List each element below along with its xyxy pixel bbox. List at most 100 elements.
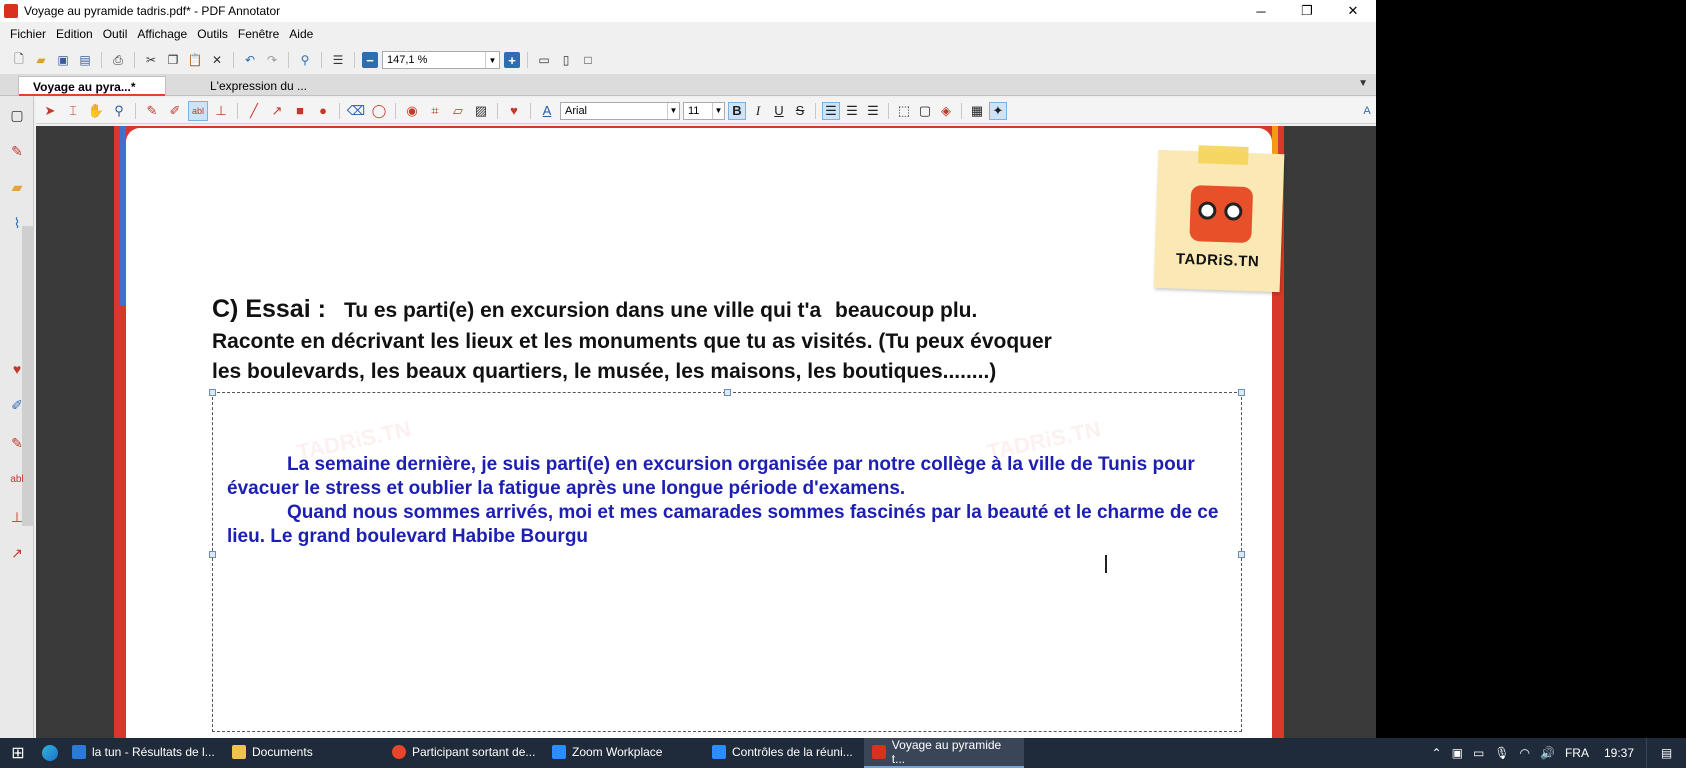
resize-handle[interactable] xyxy=(1238,389,1245,396)
taskbar-item-search-results[interactable]: la tun - Résultats de l... xyxy=(64,738,224,768)
fill-color-icon[interactable]: ◈ xyxy=(937,102,955,120)
zoom-tool-icon[interactable]: ⚲ xyxy=(109,101,129,121)
select-text-icon[interactable]: ⌶ xyxy=(63,101,83,121)
save-as-icon[interactable]: ▤ xyxy=(76,51,94,69)
taskbar-item-documents[interactable]: Documents xyxy=(224,738,384,768)
pdf-page[interactable]: TADRiS.TN TADRiS.TN TADRiS.TN C) Essai :… xyxy=(126,128,1285,738)
text-box-tool-icon[interactable]: abl xyxy=(188,100,208,121)
align-right-icon[interactable]: ☰ xyxy=(864,102,882,120)
print-icon[interactable]: ⎙ xyxy=(109,51,127,69)
find-icon[interactable]: ⚲ xyxy=(296,51,314,69)
lasso-tool-icon[interactable]: ◯ xyxy=(369,101,389,121)
redo-icon[interactable]: ↷ xyxy=(263,51,281,69)
align-center-icon[interactable]: ☰ xyxy=(843,102,861,120)
battery-icon[interactable]: ▭ xyxy=(1473,746,1484,760)
align-left-icon[interactable]: ☰ xyxy=(822,101,840,120)
document-viewer[interactable]: TADRiS.TN TADRiS.TN TADRiS.TN C) Essai :… xyxy=(36,126,1376,738)
italic-button[interactable]: I xyxy=(749,102,767,120)
language-indicator[interactable]: FRA xyxy=(1565,746,1589,760)
microphone-icon[interactable]: 🎙 xyxy=(1494,746,1509,760)
menu-aide[interactable]: Aide xyxy=(289,27,313,41)
pen-tool-icon[interactable]: ✎ xyxy=(142,101,162,121)
tab-voyage[interactable]: Voyage au pyra...* xyxy=(18,76,166,96)
minimize-button[interactable]: ─ xyxy=(1238,0,1284,22)
notification-icon[interactable]: ▤ xyxy=(1646,738,1686,768)
clock[interactable]: 19:37 xyxy=(1604,746,1634,760)
menu-fenetre[interactable]: Fenêtre xyxy=(238,27,279,41)
open-folder-icon[interactable]: ▰ xyxy=(32,51,50,69)
resize-handle[interactable] xyxy=(1238,551,1245,558)
rectangle-tool-icon[interactable]: ■ xyxy=(290,101,310,121)
save-icon[interactable]: ▣ xyxy=(54,51,72,69)
page-layout-icon[interactable]: ☰ xyxy=(329,51,347,69)
text-box-icon[interactable]: abl xyxy=(6,468,28,490)
auto-select-icon[interactable]: ✦ xyxy=(989,101,1007,120)
taskbar-item-zoom-controls[interactable]: Contrôles de la réuni... xyxy=(704,738,864,768)
new-file-icon[interactable]: 🗋 xyxy=(10,51,28,69)
border-style-icon[interactable]: ⬚ xyxy=(895,102,913,120)
zoom-out-button[interactable]: − xyxy=(362,52,378,68)
highlighter-tool-icon[interactable]: ✐ xyxy=(165,101,185,121)
resize-handle[interactable] xyxy=(209,389,216,396)
volume-icon[interactable]: 🔊 xyxy=(1540,746,1555,760)
taskbar-item-pdf-annotator[interactable]: Voyage au pyramide t... xyxy=(864,738,1024,768)
menu-edition[interactable]: Edition xyxy=(56,27,93,41)
hand-tool-icon[interactable]: ✋ xyxy=(86,101,106,121)
cut-icon[interactable]: ✂ xyxy=(142,51,160,69)
paste-icon[interactable]: 📋 xyxy=(186,51,204,69)
chevron-down-icon[interactable]: ▼ xyxy=(485,52,499,68)
fullscreen-icon[interactable]: □ xyxy=(579,51,597,69)
taskbar-item-zoom-workplace[interactable]: Zoom Workplace xyxy=(544,738,704,768)
text-mode-icon[interactable]: A xyxy=(1358,102,1376,120)
highlighter-icon[interactable]: ✎ xyxy=(6,432,28,454)
select-arrow-icon[interactable]: ➤ xyxy=(40,101,60,121)
menu-affichage[interactable]: Affichage xyxy=(137,27,187,41)
resize-handle[interactable] xyxy=(724,389,731,396)
copy-icon[interactable]: ❐ xyxy=(164,51,182,69)
start-button[interactable]: ⊞ xyxy=(0,738,36,768)
bold-button[interactable]: B xyxy=(728,101,746,120)
edge-browser-icon[interactable] xyxy=(36,738,64,768)
border-width-icon[interactable]: ▢ xyxy=(916,102,934,120)
fit-page-icon[interactable]: ▯ xyxy=(557,51,575,69)
fit-width-icon[interactable]: ▭ xyxy=(535,51,553,69)
ellipse-tool-icon[interactable]: ● xyxy=(313,101,333,121)
bookmark-icon[interactable]: ▰ xyxy=(6,176,28,198)
resize-handle[interactable] xyxy=(209,551,216,558)
favorites-heart-icon[interactable]: ♥ xyxy=(504,101,524,121)
menu-outil[interactable]: Outil xyxy=(103,27,128,41)
crop-tool-icon[interactable]: ⌗ xyxy=(425,101,445,121)
tab-list-icon[interactable]: ▼ xyxy=(1358,78,1368,89)
strikethrough-button[interactable]: S xyxy=(791,102,809,120)
font-color-icon[interactable]: A xyxy=(537,101,557,121)
stamp-tool-icon[interactable]: ⊥ xyxy=(211,101,231,121)
arrow-icon[interactable]: ↗ xyxy=(6,542,28,564)
properties-icon[interactable]: ▦ xyxy=(968,102,986,120)
chevron-down-icon[interactable]: ▼ xyxy=(667,102,679,119)
font-size-select[interactable]: 11 ▼ xyxy=(683,101,725,120)
taskbar-item-chrome[interactable]: Participant sortant de... xyxy=(384,738,544,768)
text-box-annotation[interactable]: La semaine dernière, je suis parti(e) en… xyxy=(209,389,1245,732)
underline-button[interactable]: U xyxy=(770,102,788,120)
favorite-icon[interactable]: ♥ xyxy=(6,358,28,380)
ruler-tool-icon[interactable]: ▱ xyxy=(448,101,468,121)
chevron-down-icon[interactable]: ▼ xyxy=(712,102,724,119)
meet-now-icon[interactable]: ▣ xyxy=(1452,746,1463,760)
font-name-select[interactable]: Arial ▼ xyxy=(560,101,680,120)
zoom-in-button[interactable]: + xyxy=(504,52,520,68)
wifi-icon[interactable]: ◠ xyxy=(1520,746,1530,760)
eraser-tool-icon[interactable]: ⌫ xyxy=(346,101,366,121)
marker-icon[interactable]: ✐ xyxy=(6,394,28,416)
image-tool-icon[interactable]: ▨ xyxy=(471,101,491,121)
page-thumbnails-icon[interactable]: ▢ xyxy=(6,104,28,126)
arrow-tool-icon[interactable]: ↗ xyxy=(267,101,287,121)
tab-expression[interactable]: L'expression du ... xyxy=(196,76,346,96)
zoom-select[interactable]: 147,1 % ▼ xyxy=(382,51,500,69)
maximize-button[interactable]: ❐ xyxy=(1284,0,1330,22)
delete-icon[interactable]: ✕ xyxy=(208,51,226,69)
stamp-icon[interactable]: ⊥ xyxy=(6,506,28,528)
pen-icon[interactable]: ✎ xyxy=(6,140,28,162)
camera-tool-icon[interactable]: ◉ xyxy=(402,101,422,121)
close-button[interactable]: ✕ xyxy=(1330,0,1376,22)
text-box-content[interactable]: La semaine dernière, je suis parti(e) en… xyxy=(227,453,1227,549)
